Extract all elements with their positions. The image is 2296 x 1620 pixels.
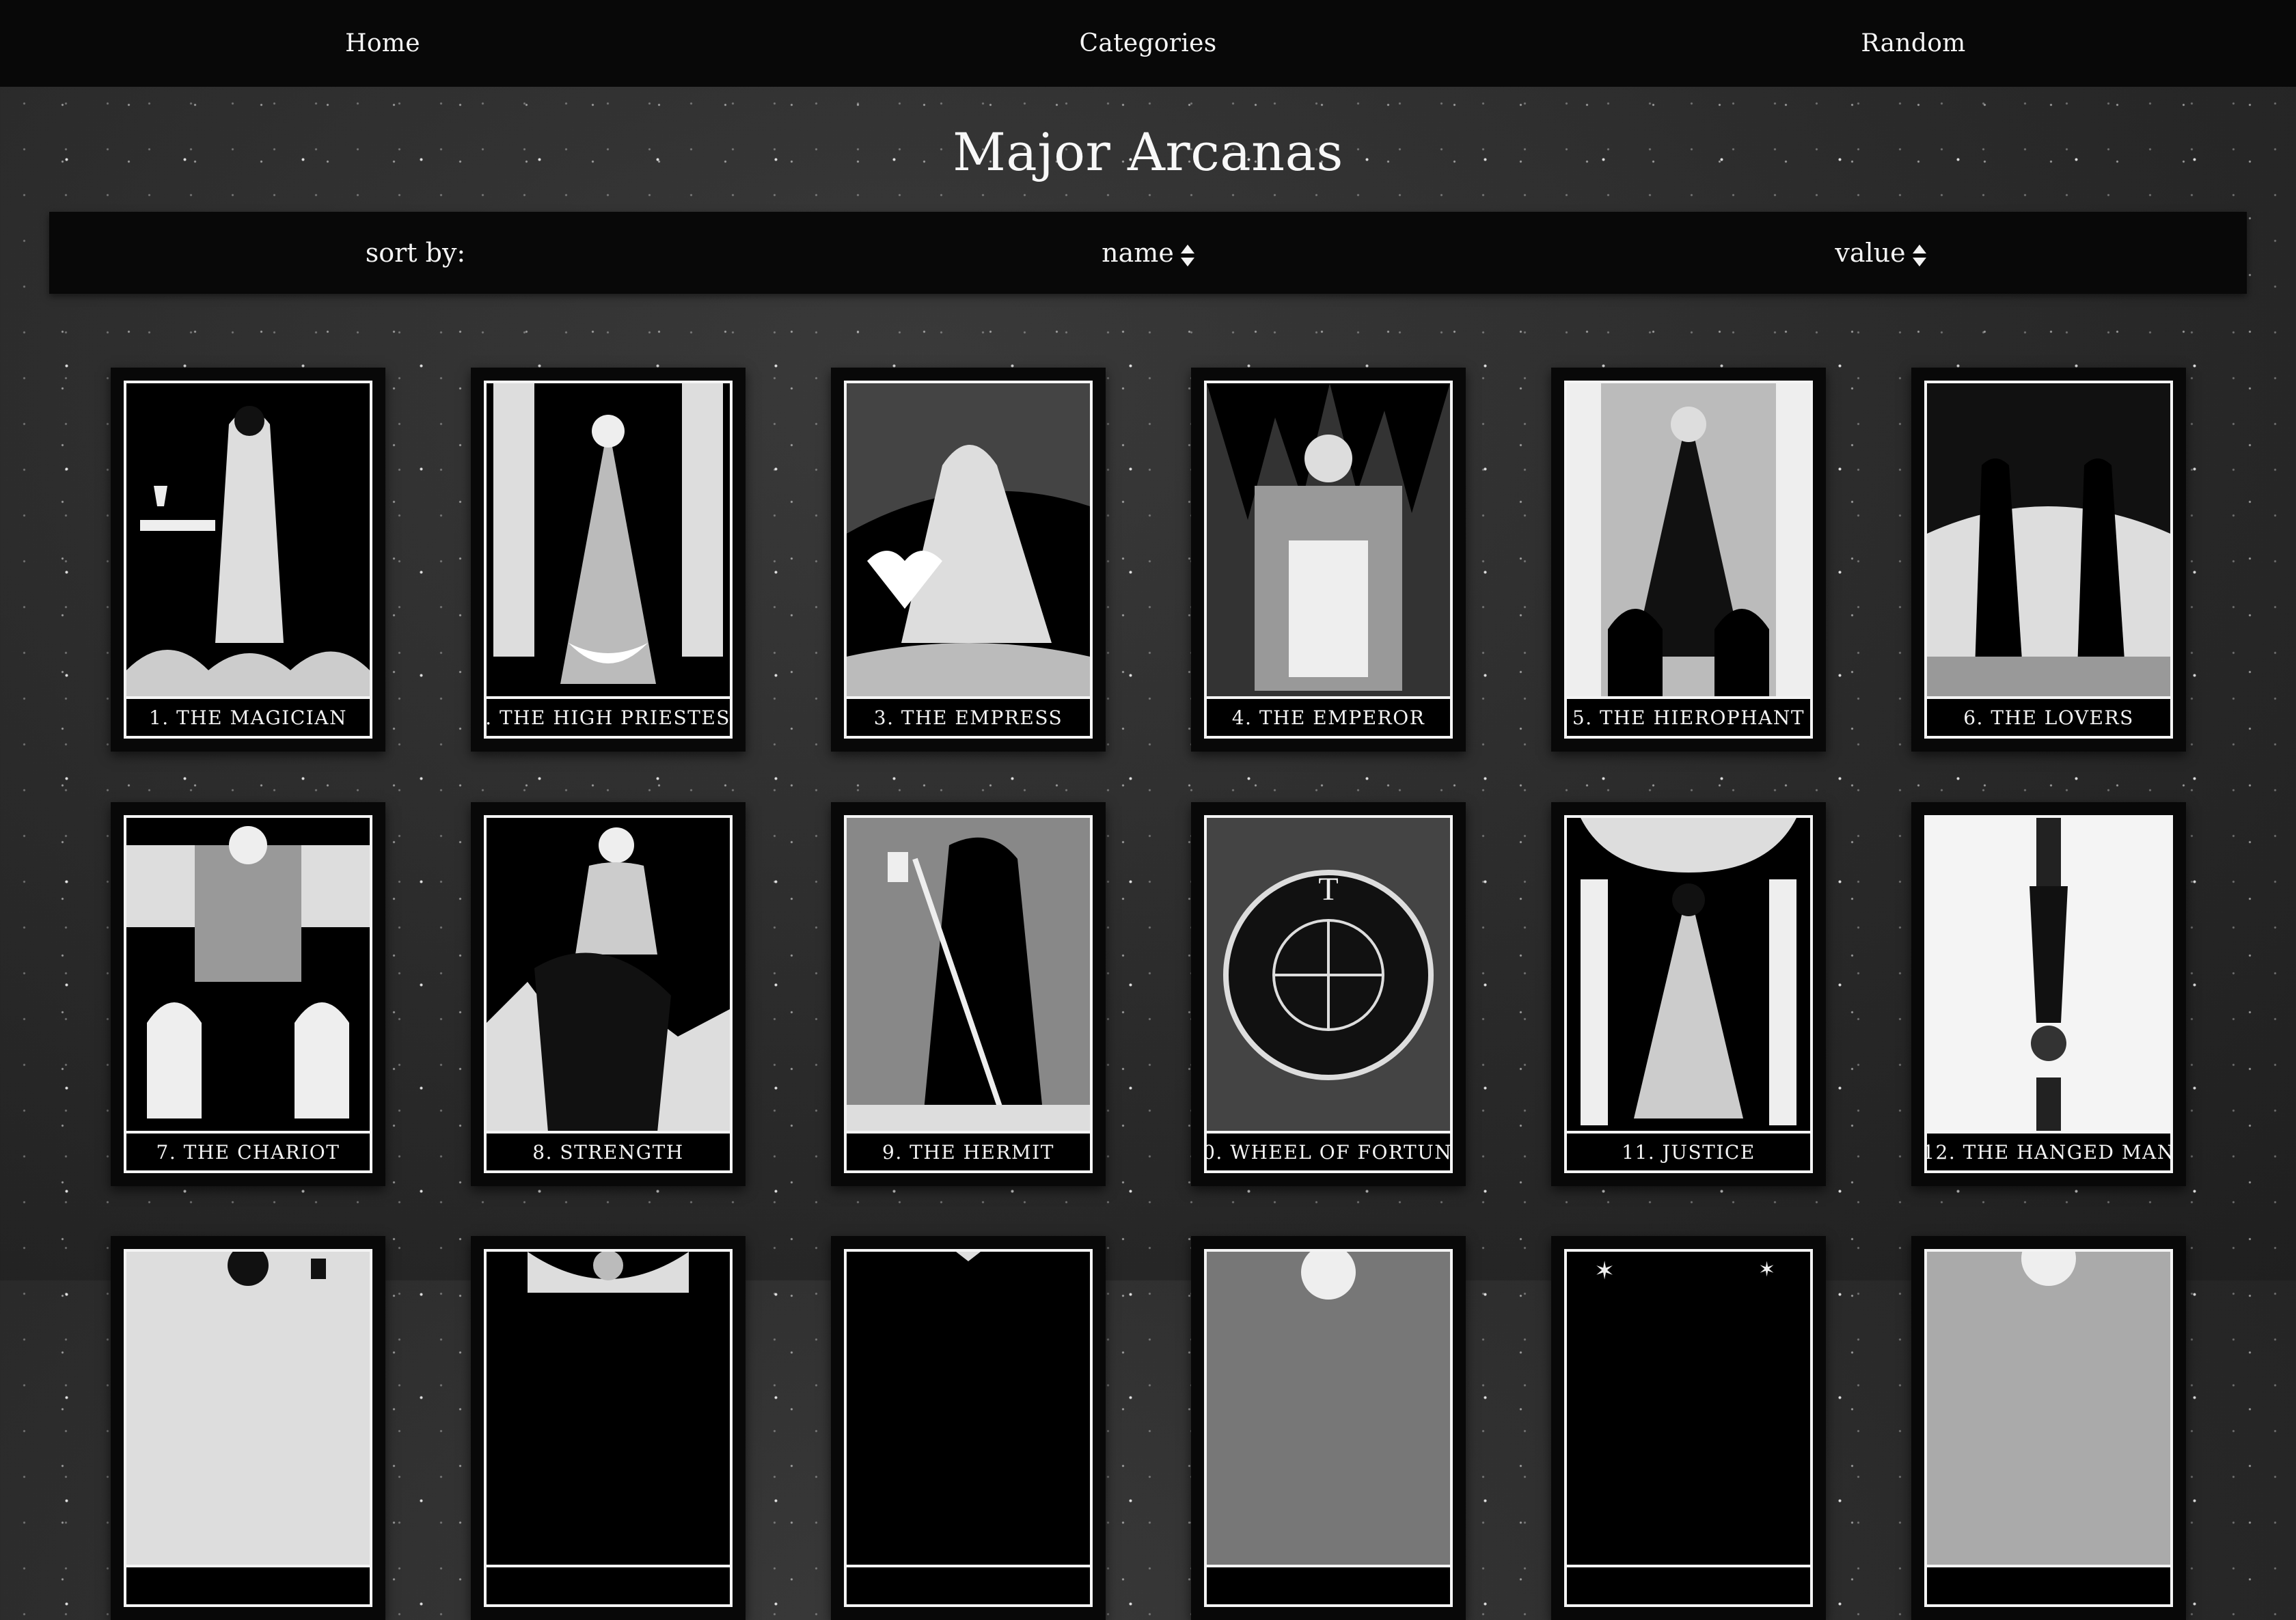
card-artwork (484, 1249, 733, 1607)
tarot-card[interactable]: 8. STRENGTH (471, 802, 746, 1186)
tarot-card[interactable]: 7. THE CHARIOT (111, 802, 385, 1186)
hermit-illustration (847, 818, 1090, 1134)
lovers-illustration (1927, 383, 2170, 699)
hierophant-illustration (1567, 383, 1810, 699)
tarot-card[interactable]: T 10. WHEEL OF FORTUNE (1191, 802, 1466, 1186)
card-title: 1. THE MAGICIAN (126, 696, 370, 736)
magician-illustration (126, 383, 370, 699)
card-artwork: ✶ ✶ (1564, 1249, 1813, 1607)
card-illustration (847, 1252, 1090, 1567)
emperor-illustration (1207, 383, 1450, 699)
card-title: 8. STRENGTH (487, 1131, 730, 1170)
strength-illustration (487, 818, 730, 1134)
tarot-card[interactable]: 2. THE HIGH PRIESTESS (471, 368, 746, 752)
card-artwork: 9. THE HERMIT (844, 815, 1093, 1173)
star-illustration: ✶ ✶ (1567, 1252, 1810, 1567)
wheel-of-fortune-illustration: T (1207, 818, 1450, 1134)
card-title (1927, 1565, 2170, 1604)
moon-illustration (1927, 1252, 2170, 1567)
card-illustration (1207, 1252, 1450, 1567)
tarot-card[interactable]: 9. THE HERMIT (831, 802, 1106, 1186)
card-title: 7. THE CHARIOT (126, 1131, 370, 1170)
hanged-man-illustration (1927, 818, 2170, 1134)
card-title (1207, 1565, 1450, 1604)
card-artwork: 12. THE HANGED MAN (1924, 815, 2173, 1173)
tarot-card[interactable]: 4. THE EMPEROR (1191, 368, 1466, 752)
card-artwork: 3. THE EMPRESS (844, 381, 1093, 739)
card-artwork: 2. THE HIGH PRIESTESS (484, 381, 733, 739)
card-title: 5. THE HIEROPHANT (1567, 696, 1810, 736)
high-priestess-illustration (487, 383, 730, 699)
tarot-card[interactable] (471, 1236, 746, 1620)
card-artwork: 8. STRENGTH (484, 815, 733, 1173)
card-title (1567, 1565, 1810, 1604)
tarot-card[interactable] (1191, 1236, 1466, 1620)
card-artwork: 1. THE MAGICIAN (124, 381, 372, 739)
card-artwork: 7. THE CHARIOT (124, 815, 372, 1173)
tarot-card[interactable]: ✶ ✶ (1551, 1236, 1826, 1620)
chariot-illustration (126, 818, 370, 1134)
card-title: 6. THE LOVERS (1927, 696, 2170, 736)
empress-illustration (847, 383, 1090, 699)
tarot-card[interactable] (111, 1236, 385, 1620)
tarot-card[interactable]: 11. JUSTICE (1551, 802, 1826, 1186)
tarot-card[interactable]: 6. THE LOVERS (1911, 368, 2186, 752)
svg-text:✶: ✶ (1758, 1258, 1775, 1282)
card-title (126, 1565, 370, 1604)
card-title: 11. JUSTICE (1567, 1131, 1810, 1170)
card-artwork: 6. THE LOVERS (1924, 381, 2173, 739)
tarot-card[interactable] (831, 1236, 1106, 1620)
card-title (487, 1565, 730, 1604)
tarot-card[interactable]: 5. THE HIEROPHANT (1551, 368, 1826, 752)
card-artwork: T 10. WHEEL OF FORTUNE (1204, 815, 1453, 1173)
card-illustration (126, 1252, 370, 1567)
card-artwork: 5. THE HIEROPHANT (1564, 381, 1813, 739)
svg-text:T: T (1318, 871, 1338, 907)
card-title: 9. THE HERMIT (847, 1131, 1090, 1170)
card-artwork (1204, 1249, 1453, 1607)
card-title: 2. THE HIGH PRIESTESS (487, 696, 730, 736)
card-grid: 1. THE MAGICIAN 2. THE HIGH PRIESTESS 3.… (0, 0, 2296, 1620)
card-title: 4. THE EMPEROR (1207, 696, 1450, 736)
card-title (847, 1565, 1090, 1604)
card-artwork (124, 1249, 372, 1607)
svg-text:✶: ✶ (1594, 1257, 1615, 1285)
card-artwork (844, 1249, 1093, 1607)
card-artwork: 11. JUSTICE (1564, 815, 1813, 1173)
card-title: 3. THE EMPRESS (847, 696, 1090, 736)
card-illustration (487, 1252, 730, 1567)
card-title: 12. THE HANGED MAN (1927, 1131, 2170, 1170)
card-artwork: 4. THE EMPEROR (1204, 381, 1453, 739)
card-title: 10. WHEEL OF FORTUNE (1207, 1131, 1450, 1170)
justice-illustration (1567, 818, 1810, 1134)
tarot-card[interactable] (1911, 1236, 2186, 1620)
tarot-card[interactable]: 3. THE EMPRESS (831, 368, 1106, 752)
card-artwork (1924, 1249, 2173, 1607)
tarot-card[interactable]: 12. THE HANGED MAN (1911, 802, 2186, 1186)
tarot-card[interactable]: 1. THE MAGICIAN (111, 368, 385, 752)
